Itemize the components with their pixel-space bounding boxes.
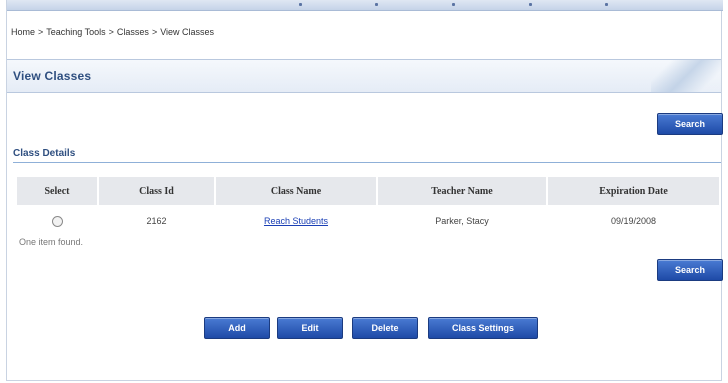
breadcrumb-teaching-tools[interactable]: Teaching Tools xyxy=(46,27,105,37)
breadcrumb-current: View Classes xyxy=(160,27,215,37)
search-button-bottom[interactable]: Search xyxy=(657,259,723,281)
column-header-teacher-name: Teacher Name xyxy=(378,177,546,205)
breadcrumb: Home > Teaching Tools > Classes > View Classes xyxy=(11,27,214,37)
nav-dot-icon xyxy=(375,3,378,6)
add-button[interactable]: Add xyxy=(204,317,270,339)
page-title: View Classes xyxy=(13,69,92,83)
column-header-expiration-date: Expiration Date xyxy=(548,177,719,205)
class-id-cell: 2162 xyxy=(146,216,167,226)
result-count: One item found. xyxy=(19,237,84,247)
app-frame: Home > Teaching Tools > Classes > View Classes… xyxy=(6,0,723,381)
class-name-link[interactable]: Reach Students xyxy=(264,216,328,226)
section-title: Class Details xyxy=(13,148,76,159)
nav-dot-icon xyxy=(529,3,532,6)
delete-button[interactable]: Delete xyxy=(352,317,418,339)
nav-dot-icon xyxy=(299,3,302,6)
select-cell xyxy=(17,205,97,237)
breadcrumb-separator: > xyxy=(38,27,44,37)
teacher-name-cell: Parker, Stacy xyxy=(435,216,489,226)
breadcrumb-separator: > xyxy=(108,27,114,37)
column-header-class-name: Class Name xyxy=(216,177,376,205)
class-settings-button[interactable]: Class Settings xyxy=(428,317,538,339)
column-header-class-id: Class Id xyxy=(99,177,214,205)
header-decoration xyxy=(651,60,721,92)
table-row: 2162 Reach Students Parker, Stacy 09/19/… xyxy=(17,205,719,237)
table-header-row: Select Class Id Class Name Teacher Name … xyxy=(17,177,719,205)
column-header-select: Select xyxy=(17,177,97,205)
nav-dot-icon xyxy=(605,3,608,6)
breadcrumb-classes[interactable]: Classes xyxy=(117,27,149,37)
select-radio[interactable] xyxy=(51,215,63,227)
breadcrumb-separator: > xyxy=(151,27,158,37)
search-button-top[interactable]: Search xyxy=(657,113,723,135)
edit-button[interactable]: Edit xyxy=(277,317,343,339)
class-name-cell: Reach Students xyxy=(216,205,376,237)
top-nav-bar xyxy=(7,0,723,11)
classes-table: Select Class Id Class Name Teacher Name … xyxy=(15,177,721,237)
section-divider xyxy=(13,162,721,163)
page-header: View Classes xyxy=(7,59,721,93)
expiration-date-cell: 09/19/2008 xyxy=(610,216,657,226)
breadcrumb-home[interactable]: Home xyxy=(11,27,35,37)
nav-dot-icon xyxy=(452,3,455,6)
